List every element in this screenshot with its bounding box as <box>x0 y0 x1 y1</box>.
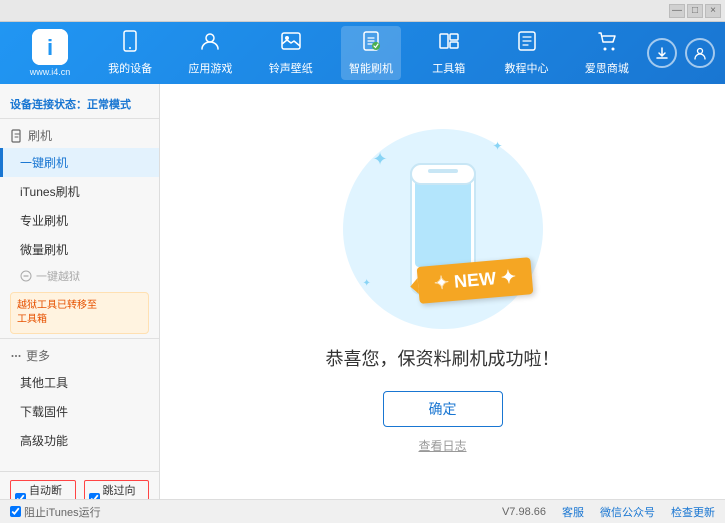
phone-bg-circle: ✦ ✦ ✦ ✦ NEW ✦ <box>343 129 543 329</box>
app-logo: i www.i4.cn <box>10 29 90 77</box>
sidebar-item-oneclick[interactable]: 一键刷机 <box>0 148 159 177</box>
version-label: V7.98.66 <box>502 506 546 518</box>
itunes-block-input[interactable] <box>10 506 21 517</box>
section-more: 更多 <box>0 343 159 368</box>
section1-label: 刷机 <box>28 127 52 144</box>
logo-subtitle: www.i4.cn <box>30 67 71 77</box>
support-link[interactable]: 客服 <box>562 504 584 520</box>
sidebar-item-micro[interactable]: 微量刷机 <box>0 235 159 264</box>
apps-icon <box>199 30 221 58</box>
section2-label: 更多 <box>26 347 50 364</box>
nav-label-store: 爱思商城 <box>585 60 629 76</box>
success-illustration: ✦ ✦ ✦ ✦ NEW ✦ <box>343 129 543 329</box>
smart-icon <box>360 30 382 58</box>
nav-bar: i www.i4.cn 我的设备 应用游戏 <box>0 22 725 84</box>
status-label: 设备连接状态： <box>10 99 87 111</box>
title-bar: — □ × <box>0 0 725 22</box>
auto-disconnect-label: 自动断连 <box>29 482 71 499</box>
skip-wizard-checkbox[interactable]: 跳过向导 <box>84 480 150 499</box>
nav-item-tools[interactable]: 工具箱 <box>421 26 476 80</box>
sidebar-item-download[interactable]: 下载固件 <box>0 397 159 426</box>
wechat-link[interactable]: 微信公众号 <box>600 504 655 520</box>
nav-item-wallpaper[interactable]: 铃声壁纸 <box>261 26 321 80</box>
connection-status: 设备连接状态：正常模式 <box>0 92 159 119</box>
nav-item-tutorial[interactable]: 教程中心 <box>497 26 557 80</box>
sidebar-micro-label: 微量刷机 <box>20 243 68 257</box>
sidebar-itunes-label: iTunes刷机 <box>20 185 80 199</box>
sidebar: 设备连接状态：正常模式 刷机 一键刷机 iTunes刷机 专业刷机 微量刷机 <box>0 84 160 499</box>
svg-text:i: i <box>47 35 53 60</box>
sidebar-advanced-label: 高级功能 <box>20 434 68 448</box>
sidebar-disabled-jailbreak: 一键越狱 <box>0 264 159 288</box>
sparkle-bl: ✦ <box>363 278 371 289</box>
nav-label-tutorial: 教程中心 <box>505 60 549 76</box>
nav-label-wallpaper: 铃声壁纸 <box>269 60 313 76</box>
sidebar-item-pro[interactable]: 专业刷机 <box>0 206 159 235</box>
device-area: 自动断连 跳过向导 iPhone 12 mini 64GB Down-12min… <box>0 471 159 499</box>
nav-items: 我的设备 应用游戏 铃声壁纸 <box>90 26 647 80</box>
bottom-right: V7.98.66 客服 微信公众号 检查更新 <box>502 504 715 520</box>
nav-label-tools: 工具箱 <box>432 60 465 76</box>
nav-item-smart[interactable]: 智能刷机 <box>341 26 401 80</box>
update-link[interactable]: 检查更新 <box>671 504 715 520</box>
bottom-left: 阻止iTunes运行 <box>10 504 101 520</box>
itunes-block-checkbox[interactable]: 阻止iTunes运行 <box>10 504 101 520</box>
nav-item-store[interactable]: 爱思商城 <box>577 26 637 80</box>
store-icon <box>596 30 618 58</box>
skip-wizard-input[interactable] <box>89 493 100 500</box>
nav-label-smart: 智能刷机 <box>349 60 393 76</box>
disabled-label: 一键越狱 <box>36 268 80 284</box>
nav-label-device: 我的设备 <box>108 60 152 76</box>
sidebar-download-label: 下载固件 <box>20 405 68 419</box>
sidebar-item-other[interactable]: 其他工具 <box>0 368 159 397</box>
status-value: 正常模式 <box>87 99 131 111</box>
wallpaper-icon <box>280 30 302 58</box>
sidebar-oneclick-label: 一键刷机 <box>20 156 68 170</box>
sparkle-tr: ✦ <box>492 139 502 153</box>
itunes-status-label: 阻止iTunes运行 <box>24 504 101 520</box>
minimize-btn[interactable]: — <box>669 4 685 18</box>
tools-icon <box>438 30 460 58</box>
success-title: 恭喜您，保资料刷机成功啦！ <box>326 345 560 371</box>
nav-item-device[interactable]: 我的设备 <box>100 26 160 80</box>
close-btn[interactable]: × <box>705 4 721 18</box>
download-nav-btn[interactable] <box>647 38 677 68</box>
logo-icon: i <box>32 29 68 65</box>
section-flash: 刷机 <box>0 123 159 148</box>
content-area: ✦ ✦ ✦ ✦ NEW ✦ 恭喜您，保资料刷机成功啦！ <box>160 84 725 499</box>
confirm-button[interactable]: 确定 <box>383 391 503 427</box>
sparkle-tl: ✦ <box>373 149 388 170</box>
sidebar-item-itunes[interactable]: iTunes刷机 <box>0 177 159 206</box>
sidebar-divider <box>0 338 159 339</box>
main-layout: 设备连接状态：正常模式 刷机 一键刷机 iTunes刷机 专业刷机 微量刷机 <box>0 84 725 499</box>
nav-right <box>647 38 715 68</box>
bottom-bar: 阻止iTunes运行 V7.98.66 客服 微信公众号 检查更新 <box>0 499 725 523</box>
device-checkboxes: 自动断连 跳过向导 <box>10 480 149 499</box>
device-icon <box>119 30 141 58</box>
tutorial-icon <box>516 30 538 58</box>
nav-label-apps: 应用游戏 <box>188 60 232 76</box>
new-badge-text: NEW <box>454 268 498 292</box>
account-nav-btn[interactable] <box>685 38 715 68</box>
auto-disconnect-input[interactable] <box>15 493 26 500</box>
secondary-link[interactable]: 查看日志 <box>418 437 466 454</box>
sidebar-note: 越狱工具已转移至工具箱 <box>10 292 149 334</box>
sidebar-item-advanced[interactable]: 高级功能 <box>0 426 159 455</box>
sidebar-pro-label: 专业刷机 <box>20 214 68 228</box>
auto-disconnect-checkbox[interactable]: 自动断连 <box>10 480 76 499</box>
nav-item-apps[interactable]: 应用游戏 <box>180 26 240 80</box>
confirm-btn-label: 确定 <box>429 399 457 419</box>
skip-wizard-label: 跳过向导 <box>103 482 145 499</box>
maximize-btn[interactable]: □ <box>687 4 703 18</box>
sidebar-other-label: 其他工具 <box>20 376 68 390</box>
